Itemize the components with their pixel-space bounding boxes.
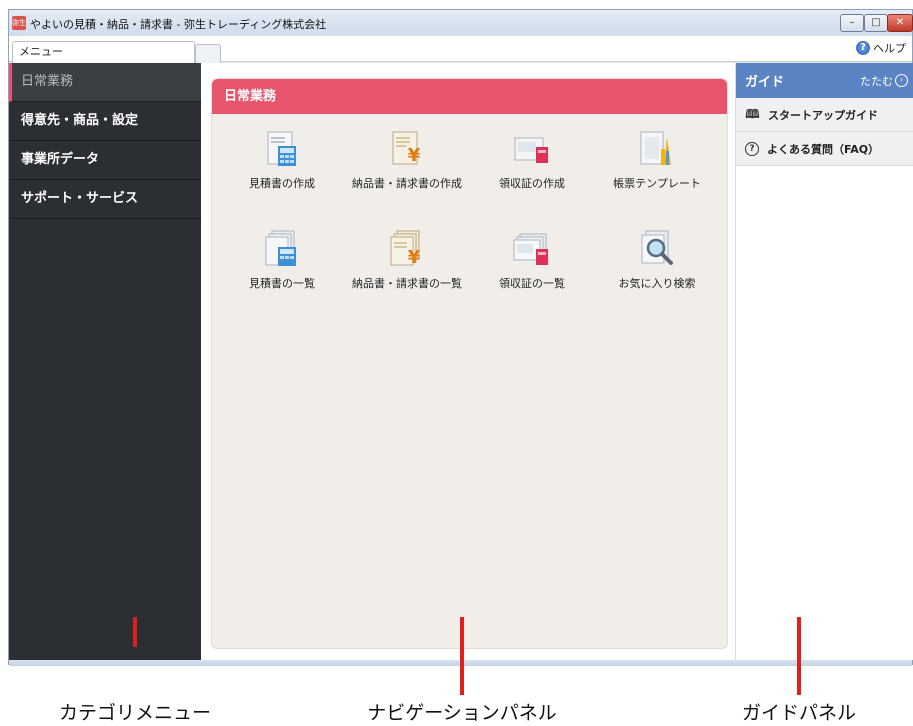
nav-item-label: お気に入り検索 [618, 277, 696, 290]
quote-list-icon [265, 230, 296, 266]
navigation-panel-header: 日常業務 [212, 79, 727, 114]
navigation-panel: 日常業務 見積書の作成 ¥ 納品書・請求書の作成 領収証の作成 帳票テンプレート… [211, 78, 728, 649]
guide-item-label: よくある質問（FAQ） [767, 142, 880, 156]
nav-item-invoice-create[interactable]: ¥ 納品書・請求書の作成 [352, 129, 462, 191]
caption-guide-panel: ガイドパネル [741, 702, 857, 724]
caption-category-menu: カテゴリメニュー [58, 702, 212, 724]
invoice-create-icon: ¥ [392, 131, 421, 166]
help-icon: ? [856, 41, 870, 55]
navigation-area: 日常業務 見積書の作成 ¥ 納品書・請求書の作成 領収証の作成 帳票テンプレート… [201, 63, 735, 660]
invoice-list-icon: ¥ [390, 230, 421, 268]
nav-item-label: 領収証の一覧 [499, 277, 565, 290]
nav-item-quote-create[interactable]: 見積書の作成 [227, 129, 337, 191]
guide-panel: ガイド たたむ › 🕮 スタートアップガイド ? よくある質問（FAQ） [735, 63, 913, 660]
favorite-search-icon [641, 230, 673, 265]
category-item-office-data[interactable]: 事業所データ [9, 141, 201, 180]
chevron-right-circle-icon: › [895, 74, 908, 87]
collapse-label: たたむ [860, 74, 893, 88]
caption-navigation-panel: ナビゲーションパネル [367, 702, 557, 724]
guide-panel-header: ガイド たたむ › [736, 63, 913, 98]
nav-item-quote-list[interactable]: 見積書の一覧 [227, 229, 337, 291]
svg-text:¥: ¥ [408, 145, 421, 166]
nav-item-label: 見積書の一覧 [249, 277, 315, 290]
title-bar[interactable]: 弥生 やよいの見積・納品・請求書 - 弥生トレーディング株式会社 – □ ✕ [9, 10, 913, 36]
nav-item-invoice-list[interactable]: ¥ 納品書・請求書の一覧 [352, 229, 462, 291]
minimize-button[interactable]: – [840, 14, 864, 32]
nav-item-receipt-list[interactable]: 領収証の一覧 [477, 229, 587, 291]
category-item-daily-work[interactable]: 日常業務 [9, 63, 201, 102]
receipt-create-icon [514, 137, 548, 163]
question-circle-icon: ? [745, 141, 759, 156]
guide-title: ガイド [745, 75, 785, 90]
nav-item-form-template[interactable]: 帳票テンプレート [602, 129, 712, 191]
guide-item-label: スタートアップガイド [768, 108, 878, 122]
guide-panel-pointer [797, 617, 801, 695]
guide-item-faq[interactable]: ? よくある質問（FAQ） [736, 132, 913, 166]
nav-item-label: 帳票テンプレート [613, 177, 701, 190]
window-title: やよいの見積・納品・請求書 - 弥生トレーディング株式会社 [30, 18, 327, 31]
form-template-icon [640, 131, 671, 165]
maximize-button[interactable]: □ [864, 14, 888, 32]
nav-item-label: 領収証の作成 [499, 177, 565, 190]
close-button[interactable]: ✕ [887, 14, 913, 32]
collapse-button[interactable]: たたむ › [860, 73, 908, 89]
map-icon: 🕮 [745, 107, 760, 121]
category-menu-pointer [133, 617, 137, 647]
nav-item-label: 納品書・請求書の作成 [352, 177, 462, 190]
navigation-panel-pointer [460, 617, 464, 695]
svg-text:¥: ¥ [408, 247, 421, 268]
app-window: 弥生 やよいの見積・納品・請求書 - 弥生トレーディング株式会社 – □ ✕ メ… [8, 9, 913, 666]
nav-item-receipt-create[interactable]: 領収証の作成 [477, 129, 587, 191]
category-item-customers-products-settings[interactable]: 得意先・商品・設定 [9, 102, 201, 141]
category-menu: 日常業務 得意先・商品・設定 事業所データ サポート・サービス [9, 63, 201, 660]
nav-item-label: 見積書の作成 [249, 177, 315, 190]
tab-bar: メニュー ? ヘルプ [9, 36, 912, 63]
new-tab-button[interactable] [195, 44, 221, 63]
nav-item-favorite-search[interactable]: お気に入り検索 [602, 229, 712, 291]
guide-item-startup-guide[interactable]: 🕮 スタートアップガイド [736, 98, 913, 132]
category-item-support-services[interactable]: サポート・サービス [9, 180, 201, 219]
app-logo-icon: 弥生 [12, 16, 26, 30]
quote-create-icon [267, 131, 296, 166]
nav-item-label: 納品書・請求書の一覧 [352, 277, 462, 290]
tab-menu[interactable]: メニュー [12, 41, 195, 63]
help-label: ヘルプ [873, 42, 906, 55]
receipt-list-icon [513, 233, 548, 265]
help-link[interactable]: ? ヘルプ [856, 40, 906, 56]
